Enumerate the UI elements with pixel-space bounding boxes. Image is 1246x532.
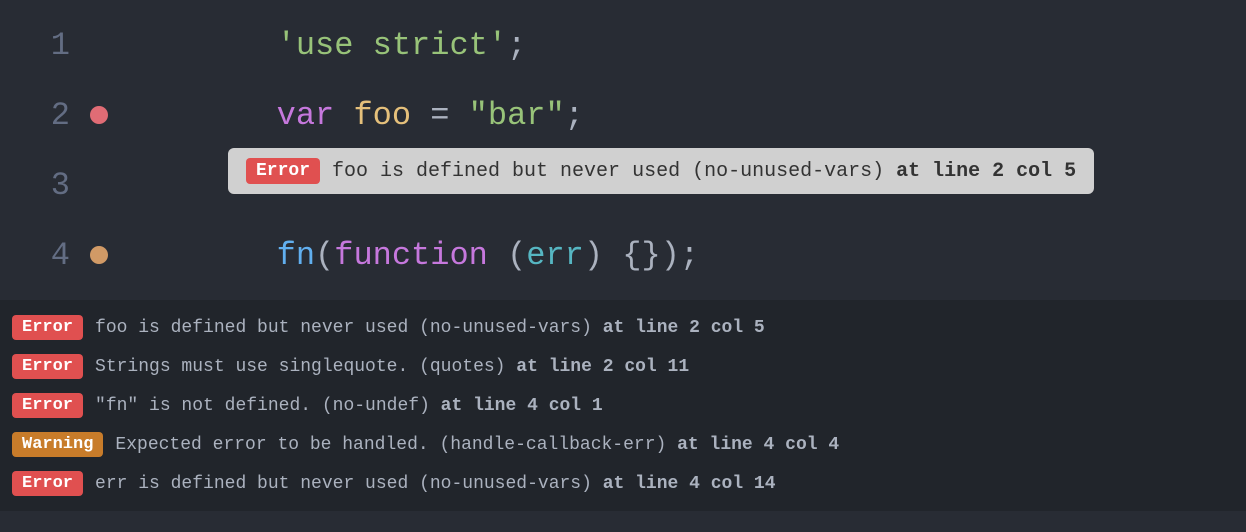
code-area: 1 'use strict'; 2 var foo = "bar"; Error… — [0, 0, 1246, 300]
error-row-2: Error Strings must use singlequote. (quo… — [0, 347, 1246, 386]
editor-container: 1 'use strict'; 2 var foo = "bar"; Error… — [0, 0, 1246, 511]
error-message-3: "fn" is not defined. (no-undef) at line … — [95, 396, 603, 416]
error-badge-2: Error — [12, 354, 83, 379]
error-row-1: Error foo is defined but never used (no-… — [0, 308, 1246, 347]
line-number-2: 2 — [20, 97, 70, 134]
error-row-3: Error "fn" is not defined. (no-undef) at… — [0, 386, 1246, 425]
error-badge-1: Error — [12, 315, 83, 340]
error-message-2: Strings must use singlequote. (quotes) a… — [95, 357, 689, 377]
error-message-4: Expected error to be handled. (handle-ca… — [115, 435, 839, 455]
code-content-4: fn(function (err) {}); — [123, 200, 699, 311]
error-badge-5: Error — [12, 471, 83, 496]
gutter-dot-2 — [90, 106, 108, 124]
error-message-1: foo is defined but never used (no-unused… — [95, 318, 765, 338]
gutter-dot-3 — [90, 176, 108, 194]
line-number-3: 3 — [20, 167, 70, 204]
error-tooltip: Error foo is defined but never used (no-… — [228, 148, 1094, 194]
code-line-4: 4 fn(function (err) {}); — [0, 220, 1246, 290]
line-number-1: 1 — [20, 27, 70, 64]
error-badge-3: Error — [12, 393, 83, 418]
tooltip-error-badge: Error — [246, 158, 320, 184]
error-message-5: err is defined but never used (no-unused… — [95, 474, 776, 494]
gutter-dot-1 — [90, 36, 108, 54]
code-line-2: 2 var foo = "bar"; Error foo is defined … — [0, 80, 1246, 150]
error-row-5: Error err is defined but never used (no-… — [0, 464, 1246, 503]
gutter-dot-4 — [90, 246, 108, 264]
errors-panel: Error foo is defined but never used (no-… — [0, 300, 1246, 511]
error-row-4: Warning Expected error to be handled. (h… — [0, 425, 1246, 464]
tooltip-message: foo is defined but never used (no-unused… — [332, 160, 1076, 183]
warning-badge-4: Warning — [12, 432, 103, 457]
line-number-4: 4 — [20, 237, 70, 274]
